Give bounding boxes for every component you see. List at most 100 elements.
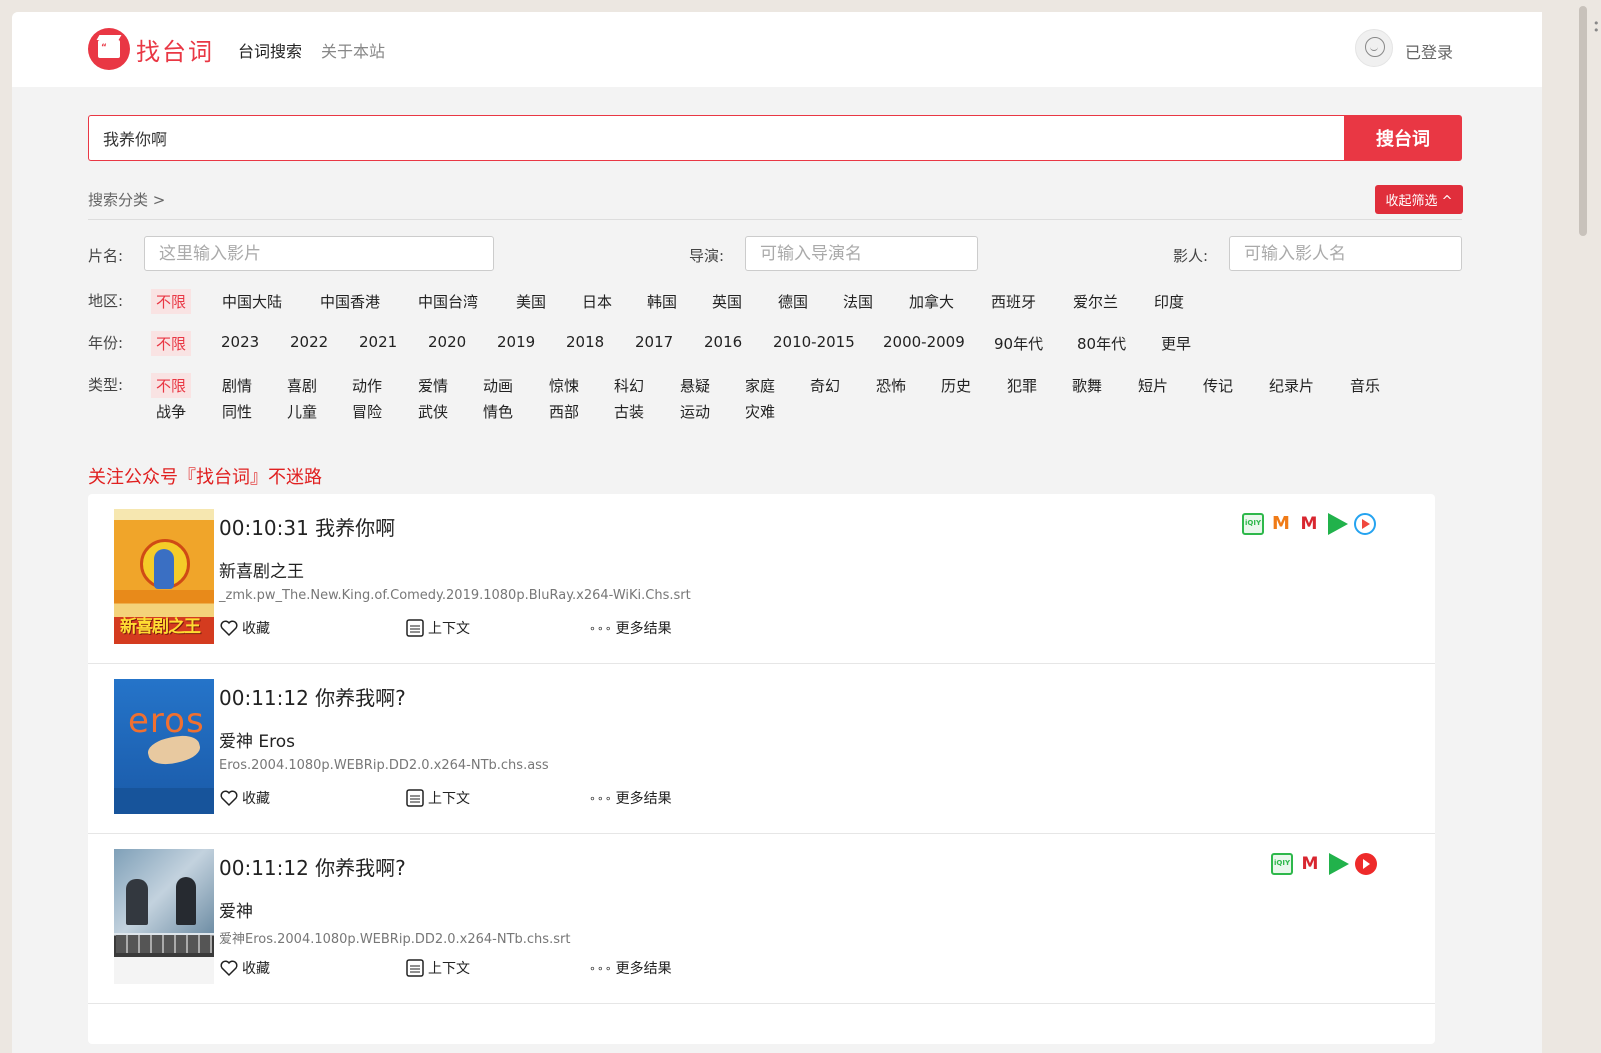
migu-icon[interactable]: M <box>1298 513 1320 535</box>
region-option[interactable]: 英国 <box>712 291 742 312</box>
genre-option[interactable]: 惊悚 <box>549 375 579 396</box>
movie-poster[interactable]: 新喜剧之王 <box>114 509 214 644</box>
genre-option[interactable]: 不限 <box>151 373 192 398</box>
genre-option[interactable]: 西部 <box>549 401 579 422</box>
genre-option[interactable]: 传记 <box>1203 375 1233 396</box>
year-option[interactable]: 80年代 <box>1077 333 1126 354</box>
subtitle-timestamp-line[interactable]: 00:11:12 你养我啊? <box>219 852 406 881</box>
result-card[interactable]: 新喜剧之王 00:10:31 我养你啊 新喜剧之王 _zmk.pw_The.Ne… <box>88 494 1435 664</box>
region-option[interactable]: 爱尔兰 <box>1073 291 1118 312</box>
subtitle-timestamp-line[interactable]: 00:10:31 我养你啊 <box>219 512 395 541</box>
genre-option[interactable]: 冒险 <box>352 401 382 422</box>
nav-about[interactable]: 关于本站 <box>321 38 385 62</box>
year-option[interactable]: 不限 <box>151 331 192 356</box>
genre-option[interactable]: 古装 <box>614 401 644 422</box>
genre-option[interactable]: 同性 <box>222 401 252 422</box>
login-status[interactable]: 已登录 <box>1405 39 1453 63</box>
genre-option[interactable]: 运动 <box>680 401 710 422</box>
red-play-icon[interactable] <box>1355 853 1377 875</box>
genre-option[interactable]: 儿童 <box>287 401 317 422</box>
year-option[interactable]: 2020 <box>428 333 466 351</box>
movie-title[interactable]: 爱神 Eros <box>219 727 295 752</box>
more-results-button[interactable]: ∘∘∘ 更多结果 <box>589 788 672 808</box>
region-option[interactable]: 印度 <box>1154 291 1184 312</box>
favorite-button[interactable]: 收藏 <box>219 788 270 808</box>
youku-icon[interactable] <box>1354 513 1376 535</box>
year-option[interactable]: 2022 <box>290 333 328 351</box>
genre-option[interactable]: 战争 <box>156 401 186 422</box>
genre-option[interactable]: 短片 <box>1138 375 1168 396</box>
genre-option[interactable]: 动作 <box>352 375 382 396</box>
genre-option[interactable]: 奇幻 <box>810 375 840 396</box>
year-option[interactable]: 2023 <box>221 333 259 351</box>
genre-option[interactable]: 纪录片 <box>1269 375 1314 396</box>
user-avatar-icon[interactable] <box>1355 29 1393 67</box>
page-scrollbar[interactable] <box>1573 0 1601 1053</box>
context-button[interactable]: 上下文 <box>405 788 470 808</box>
region-option[interactable]: 法国 <box>843 291 873 312</box>
genre-option[interactable]: 喜剧 <box>287 375 317 396</box>
scrollbar-thumb[interactable] <box>1579 6 1587 236</box>
director-input[interactable] <box>745 236 978 271</box>
genre-option[interactable]: 历史 <box>941 375 971 396</box>
genre-option[interactable]: 动画 <box>483 375 513 396</box>
region-option[interactable]: 日本 <box>582 291 612 312</box>
region-option[interactable]: 美国 <box>516 291 546 312</box>
region-option[interactable]: 韩国 <box>647 291 677 312</box>
mango-tv-icon[interactable]: M <box>1270 513 1292 535</box>
genre-option[interactable]: 家庭 <box>745 375 775 396</box>
year-option[interactable]: 2000-2009 <box>883 333 965 351</box>
region-option[interactable]: 德国 <box>778 291 808 312</box>
movie-title[interactable]: 爱神 <box>219 897 253 922</box>
movie-poster[interactable] <box>114 849 214 984</box>
year-option[interactable]: 2019 <box>497 333 535 351</box>
result-card[interactable] <box>88 1004 1435 1044</box>
collapse-filter-button[interactable]: 收起筛选 ^ <box>1375 185 1463 214</box>
year-option[interactable]: 2021 <box>359 333 397 351</box>
result-card[interactable]: 00:11:12 你养我啊? 爱神 爱神Eros.2004.1080p.WEBR… <box>88 834 1435 1004</box>
iqiyi-icon[interactable] <box>1242 513 1264 535</box>
more-results-button[interactable]: ∘∘∘ 更多结果 <box>589 618 672 638</box>
more-results-button[interactable]: ∘∘∘ 更多结果 <box>589 958 672 978</box>
genre-option[interactable]: 爱情 <box>418 375 448 396</box>
iqiyi-icon[interactable] <box>1271 853 1293 875</box>
year-option[interactable]: 更早 <box>1161 333 1191 354</box>
title-input[interactable] <box>144 236 494 271</box>
region-option[interactable]: 中国大陆 <box>222 291 282 312</box>
subtitle-timestamp-line[interactable]: 00:11:12 你养我啊? <box>219 682 406 711</box>
genre-option[interactable]: 情色 <box>483 401 513 422</box>
year-option[interactable]: 2016 <box>704 333 742 351</box>
year-option[interactable]: 2017 <box>635 333 673 351</box>
window-menu-icon[interactable]: • • <box>1593 18 1600 36</box>
genre-option[interactable]: 科幻 <box>614 375 644 396</box>
genre-option[interactable]: 歌舞 <box>1072 375 1102 396</box>
genre-option[interactable]: 悬疑 <box>680 375 710 396</box>
genre-option[interactable]: 武侠 <box>418 401 448 422</box>
region-option[interactable]: 中国香港 <box>320 291 380 312</box>
region-option[interactable]: 西班牙 <box>991 291 1036 312</box>
region-option[interactable]: 中国台湾 <box>418 291 478 312</box>
tencent-video-icon[interactable] <box>1327 853 1349 875</box>
context-button[interactable]: 上下文 <box>405 618 470 638</box>
migu-icon[interactable]: M <box>1299 853 1321 875</box>
region-option[interactable]: 不限 <box>151 289 192 314</box>
movie-title[interactable]: 新喜剧之王 <box>219 557 304 582</box>
year-option[interactable]: 2018 <box>566 333 604 351</box>
genre-option[interactable]: 犯罪 <box>1007 375 1037 396</box>
region-option[interactable]: 加拿大 <box>909 291 954 312</box>
search-input[interactable] <box>88 115 1344 161</box>
movie-poster[interactable]: eros <box>114 679 214 814</box>
genre-option[interactable]: 灾难 <box>745 401 775 422</box>
context-button[interactable]: 上下文 <box>405 958 470 978</box>
search-button[interactable]: 搜台词 <box>1344 115 1462 161</box>
logo-icon[interactable]: “ <box>88 28 130 70</box>
wechat-notice[interactable]: 关注公众号『找台词』不迷路 <box>88 463 322 489</box>
actor-input[interactable] <box>1229 236 1462 271</box>
tencent-video-icon[interactable] <box>1326 513 1348 535</box>
result-card[interactable]: eros 00:11:12 你养我啊? 爱神 Eros Eros.2004.10… <box>88 664 1435 834</box>
genre-option[interactable]: 音乐 <box>1350 375 1380 396</box>
favorite-button[interactable]: 收藏 <box>219 618 270 638</box>
brand-name[interactable]: 找台词 <box>136 32 214 67</box>
nav-subtitle-search[interactable]: 台词搜索 <box>238 38 302 62</box>
favorite-button[interactable]: 收藏 <box>219 958 270 978</box>
